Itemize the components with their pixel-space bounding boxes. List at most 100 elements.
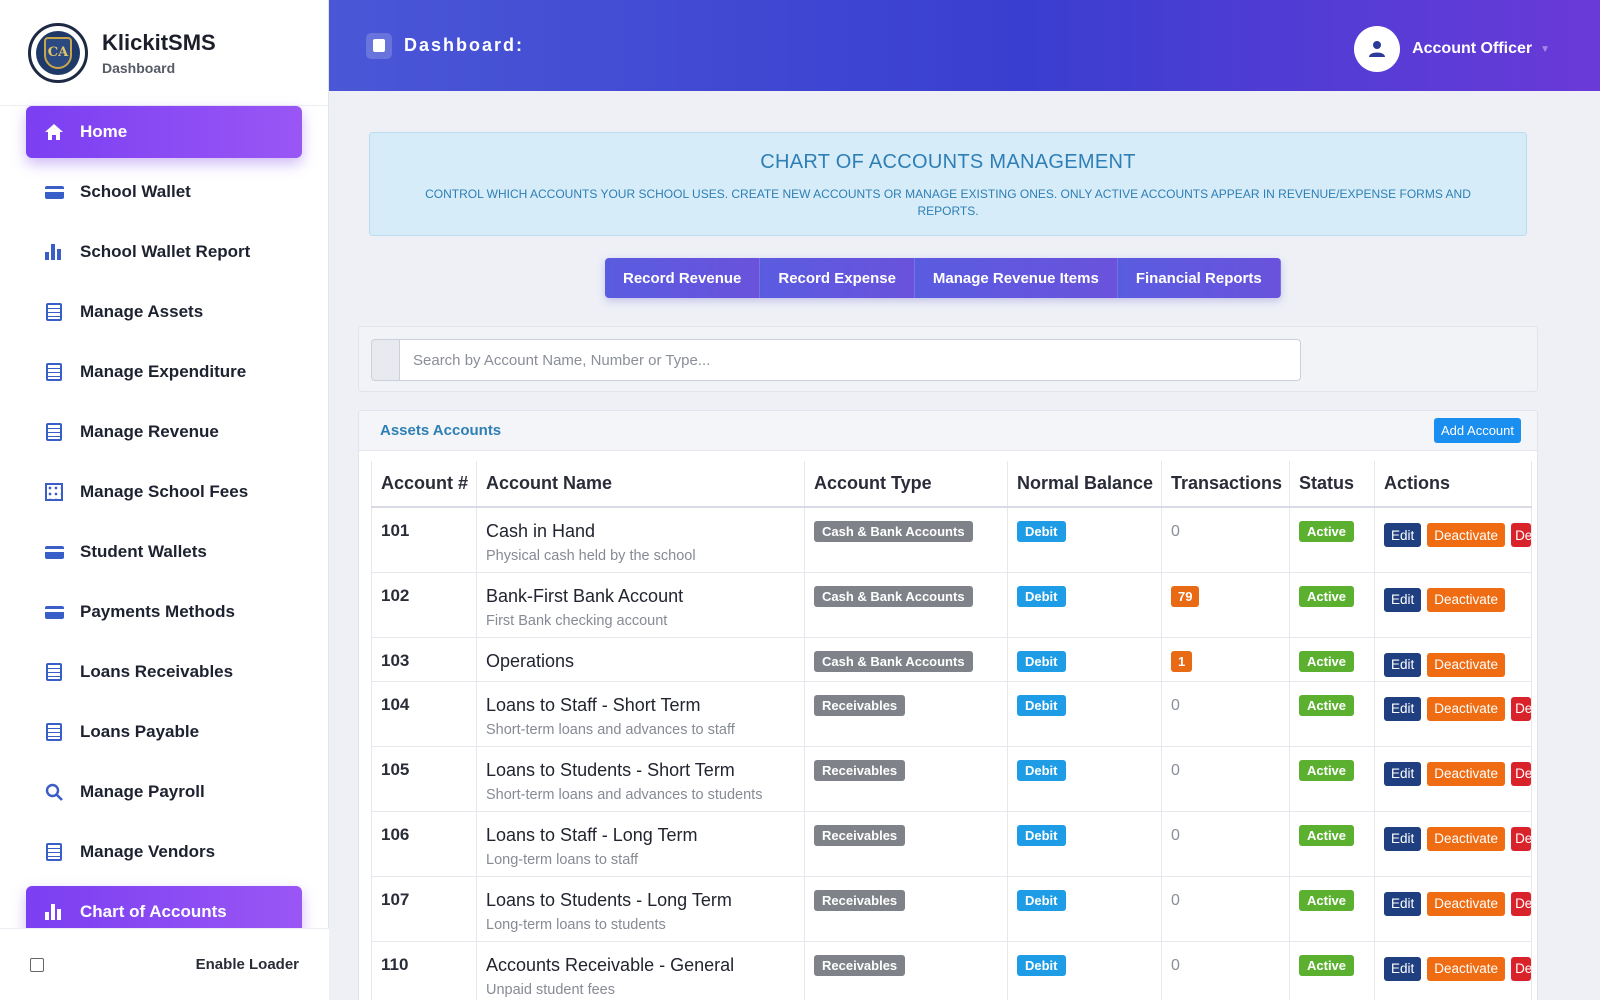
table-row: 106 Loans to Staff - Long Term Long-term l… (371, 810, 1533, 877)
account-name-cell: Loans to Staff - Short Term Short-term lo… (476, 680, 805, 747)
edit-button[interactable]: Edit (1384, 652, 1422, 677)
deactivate-button[interactable]: Deactivate (1427, 891, 1506, 916)
banner-subtitle: CONTROL WHICH ACCOUNTS YOUR SCHOOL USES.… (425, 187, 1471, 218)
column-header: Account Type (804, 461, 1008, 508)
edit-button[interactable]: Edit (1384, 956, 1422, 981)
account-type-cell: Receivables (804, 745, 1008, 812)
deactivate-button[interactable]: Deactivate (1427, 652, 1506, 677)
edit-button[interactable]: Edit (1384, 826, 1422, 851)
bar-chart-icon (44, 902, 64, 922)
account-name: Loans to Students - Long Term (486, 889, 732, 910)
tab-record-revenue[interactable]: Record Revenue (605, 258, 761, 298)
account-number: 101 (371, 506, 477, 573)
delete-button[interactable]: Delete (1511, 956, 1532, 981)
sidebar-item-manage-assets[interactable]: Manage Assets (26, 286, 302, 338)
edit-button[interactable]: Edit (1384, 891, 1422, 916)
edit-button[interactable]: Edit (1384, 761, 1422, 786)
table-row: 110 Accounts Receivable - General Unpaid s… (371, 940, 1533, 1000)
deactivate-button[interactable]: Deactivate (1427, 696, 1506, 721)
sidebar-item-label: Manage Vendors (80, 842, 216, 861)
transactions-count: 0 (1171, 891, 1180, 909)
normal-balance-badge: Debit (1017, 694, 1066, 716)
account-number: 107 (371, 875, 477, 942)
actions-cell: EditDeactivateDelete (1373, 940, 1533, 1000)
normal-balance-cell: Debit (1007, 571, 1162, 638)
qr-code-icon (44, 482, 64, 502)
normal-balance-badge: Debit (1017, 585, 1066, 607)
table-row: 102 Bank-First Bank Account First Bank che… (371, 571, 1533, 638)
account-type-cell: Receivables (804, 940, 1008, 1000)
actions-cell: EditDeactivateDelete (1373, 875, 1533, 942)
status-badge: Active (1299, 759, 1355, 781)
sidebar-item-label: Loans Payable (80, 722, 200, 741)
sidebar-item-loans-payable[interactable]: Loans Payable (26, 706, 302, 758)
sidebar-item-label: Home (80, 122, 128, 141)
account-menu[interactable]: Account Officer ▼ (1354, 26, 1550, 72)
normal-balance-badge: Debit (1017, 889, 1066, 911)
edit-button[interactable]: Edit (1384, 696, 1422, 721)
search-icon (44, 782, 64, 802)
sidebar-item-payments-methods[interactable]: Payments Methods (26, 586, 302, 638)
deactivate-button[interactable]: Deactivate (1427, 587, 1506, 612)
sidebar-item-manage-vendors[interactable]: Manage Vendors (26, 826, 302, 878)
delete-button[interactable]: Delete (1511, 826, 1532, 851)
tab-manage-revenue-items[interactable]: Manage Revenue Items (914, 258, 1118, 298)
action-tabs: Record Revenue Record Expense Manage Reven… (605, 258, 1281, 298)
table-row: 107 Loans to Students - Long Term Long-ter… (371, 875, 1533, 942)
table-row: 104 Loans to Staff - Short Term Short-term… (371, 680, 1533, 747)
list-icon (44, 722, 64, 742)
sidebar-item-manage-payroll[interactable]: Manage Payroll (26, 766, 302, 818)
header-title: Dashboard: (404, 35, 525, 55)
delete-button[interactable]: Delete (1511, 696, 1532, 721)
account-name-cell: Operations (476, 636, 805, 682)
transactions-count: 0 (1171, 761, 1180, 779)
delete-button[interactable]: Delete (1511, 891, 1532, 916)
status-badge: Active (1299, 954, 1355, 976)
sidebar-item-manage-school-fees[interactable]: Manage School Fees (26, 466, 302, 518)
delete-button[interactable]: Delete (1511, 523, 1532, 547)
account-type-badge: Cash & Bank Accounts (814, 585, 973, 607)
normal-balance-cell: Debit (1007, 810, 1162, 877)
transactions-badge: 79 (1171, 585, 1200, 607)
sidebar-item-school-wallet-report[interactable]: School Wallet Report (26, 226, 302, 278)
transactions-cell: 0 (1161, 680, 1290, 747)
deactivate-button[interactable]: Deactivate (1427, 956, 1506, 981)
account-type-badge: Cash & Bank Accounts (814, 650, 973, 672)
sidebar-item-manage-expenditure[interactable]: Manage Expenditure (26, 346, 302, 398)
account-number: 110 (371, 940, 477, 1000)
transactions-badge: 1 (1171, 650, 1193, 672)
edit-button[interactable]: Edit (1384, 587, 1422, 612)
dashboard-icon (366, 32, 392, 59)
sidebar-item-student-wallets[interactable]: Student Wallets (26, 526, 302, 578)
account-type-badge: Receivables (814, 759, 906, 781)
tab-financial-reports[interactable]: Financial Reports (1117, 258, 1281, 298)
deactivate-button[interactable]: Deactivate (1427, 523, 1506, 547)
delete-button[interactable]: Delete (1511, 761, 1532, 786)
search-input[interactable] (399, 339, 1301, 381)
normal-balance-cell: Debit (1007, 680, 1162, 747)
enable-loader-checkbox[interactable] (30, 957, 44, 972)
card-icon (44, 602, 64, 622)
account-type-badge: Cash & Bank Accounts (814, 521, 973, 542)
transactions-cell: 0 (1161, 506, 1290, 573)
sidebar-item-school-wallet[interactable]: School Wallet (26, 166, 302, 218)
account-description: Unpaid student fees (486, 981, 615, 998)
edit-button[interactable]: Edit (1384, 523, 1422, 547)
brand-subtitle: Dashboard (102, 59, 176, 76)
status-cell: Active (1289, 745, 1375, 812)
normal-balance-cell: Debit (1007, 745, 1162, 812)
list-icon (44, 842, 64, 862)
sidebar-item-loans-receivables[interactable]: Loans Receivables (26, 646, 302, 698)
add-account-button[interactable]: Add Account (1434, 418, 1521, 443)
actions-cell: Edit Deactivate (1373, 636, 1533, 682)
deactivate-button[interactable]: Deactivate (1427, 761, 1506, 786)
status-cell: Active (1289, 810, 1375, 877)
account-name: Accounts Receivable - General (486, 954, 735, 975)
sidebar-item-home[interactable]: Home (26, 106, 302, 158)
account-number: 106 (371, 810, 477, 877)
transactions-cell: 0 (1161, 810, 1290, 877)
status-badge: Active (1299, 889, 1355, 911)
deactivate-button[interactable]: Deactivate (1427, 826, 1506, 851)
sidebar-item-manage-revenue[interactable]: Manage Revenue (26, 406, 302, 458)
tab-record-expense[interactable]: Record Expense (760, 258, 915, 298)
